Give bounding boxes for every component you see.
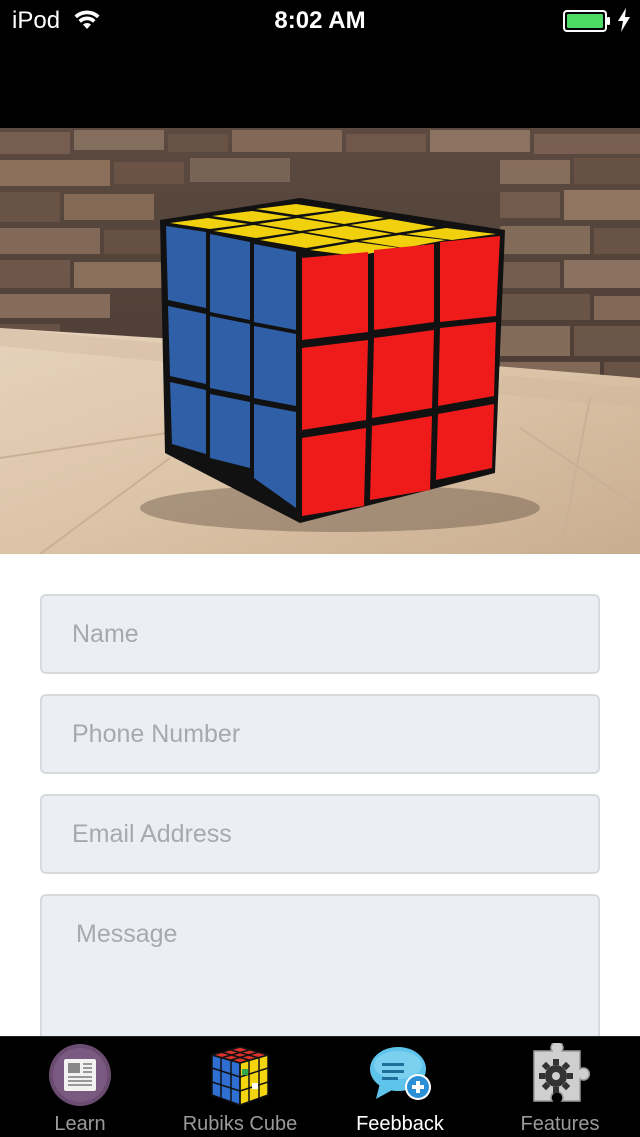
tab-label-learn: Learn bbox=[54, 1113, 106, 1135]
tab-label-features: Features bbox=[520, 1113, 600, 1135]
status-time: 8:02 AM bbox=[274, 7, 366, 34]
tab-learn[interactable]: Learn bbox=[0, 1037, 160, 1137]
battery-icon bbox=[563, 10, 610, 32]
phone-number-field[interactable] bbox=[40, 694, 600, 774]
puzzle-gear-icon bbox=[533, 1043, 590, 1102]
rubiks-cube-icon bbox=[209, 1046, 271, 1107]
tab-bar: Learn Rubiks Cube Feebback Features bbox=[0, 1036, 640, 1136]
charging-bolt-icon bbox=[618, 8, 630, 32]
tab-feedback[interactable]: Feebback bbox=[320, 1037, 480, 1137]
hero-image bbox=[0, 128, 640, 554]
tab-label-rubiks-cube: Rubiks Cube bbox=[182, 1113, 298, 1135]
chat-bubble-plus-icon bbox=[370, 1047, 431, 1100]
message-field[interactable] bbox=[40, 894, 600, 1036]
tab-rubiks-cube[interactable]: Rubiks Cube bbox=[160, 1037, 320, 1137]
feedback-form bbox=[0, 554, 640, 1036]
email-address-field[interactable] bbox=[40, 794, 600, 874]
navigation-bar bbox=[0, 40, 640, 128]
status-bar: iPod 8:02 AM bbox=[0, 0, 640, 40]
tab-label-feedback: Feebback bbox=[356, 1113, 444, 1135]
newspaper-icon bbox=[49, 1044, 111, 1106]
rubiks-cube-photo bbox=[0, 128, 640, 554]
tab-features[interactable]: Features bbox=[480, 1037, 640, 1137]
name-field[interactable] bbox=[40, 594, 600, 674]
